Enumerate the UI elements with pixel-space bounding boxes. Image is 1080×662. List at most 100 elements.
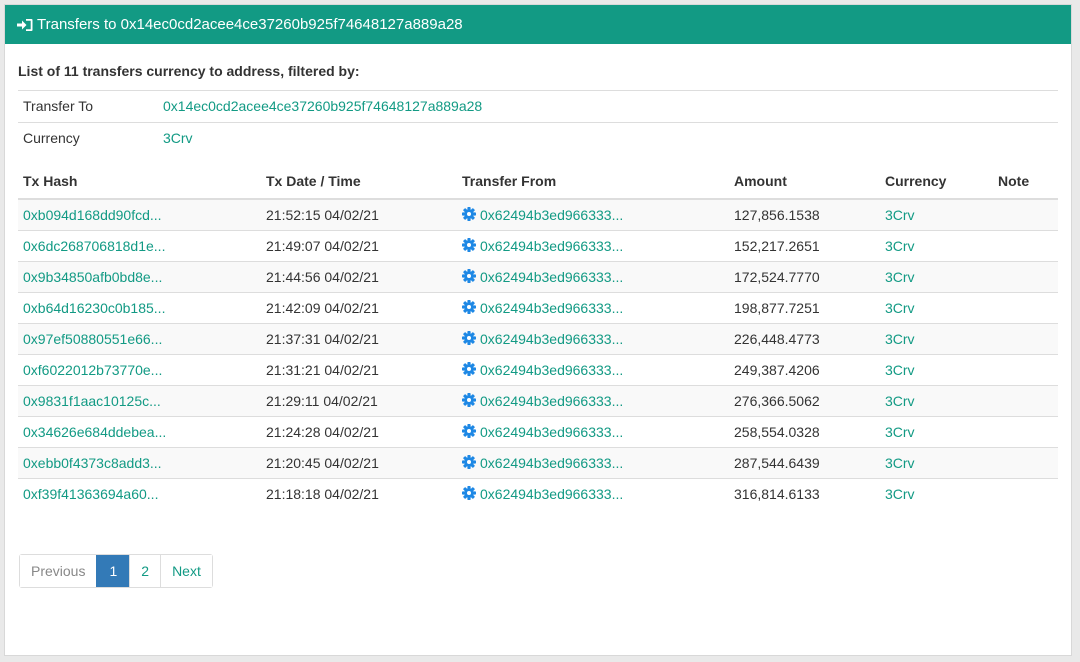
currency-cell: 3Crv [880, 323, 993, 355]
currency-cell: 3Crv [880, 416, 993, 448]
currency-link[interactable]: 3Crv [885, 486, 915, 502]
tx-datetime: 21:49:07 04/02/21 [261, 230, 457, 262]
amount: 127,856.1538 [729, 198, 880, 231]
tx-datetime: 21:24:28 04/02/21 [261, 416, 457, 448]
filter-value-link[interactable]: 3Crv [163, 123, 193, 154]
tx-hash-cell: 0xf39f41363694a60... [18, 478, 261, 509]
summary-text: List of 11 transfers currency to address… [18, 63, 360, 79]
filter-row-transfer-to: Transfer To 0x14ec0cd2acee4ce37260b925f7… [18, 91, 1058, 123]
amount: 258,554.0328 [729, 416, 880, 448]
currency-cell: 3Crv [880, 385, 993, 417]
table-row: 0xf39f41363694a60... 21:18:18 04/02/21 0x6… [18, 478, 1058, 509]
table-row: 0x34626e684ddebea... 21:24:28 04/02/21 0x6… [18, 416, 1058, 448]
page-1-button[interactable]: 1 [96, 555, 130, 587]
amount: 249,387.4206 [729, 354, 880, 386]
previous-page-button[interactable]: Previous [20, 555, 97, 587]
tx-hash-link[interactable]: 0xf6022012b73770e... [23, 362, 162, 378]
tx-hash-link[interactable]: 0x9831f1aac10125c... [23, 393, 161, 409]
filter-value-link[interactable]: 0x14ec0cd2acee4ce37260b925f74648127a889a… [163, 91, 482, 122]
tx-hash-link[interactable]: 0x34626e684ddebea... [23, 424, 166, 440]
tx-hash-link[interactable]: 0xb64d16230c0b185... [23, 300, 165, 316]
transfer-from-cell: 0x62494b3ed966333... [457, 230, 729, 262]
currency-cell: 3Crv [880, 230, 993, 262]
panel-heading: Transfers to 0x14ec0cd2acee4ce37260b925f… [5, 5, 1071, 44]
currency-cell: 3Crv [880, 354, 993, 386]
amount: 287,544.6439 [729, 447, 880, 479]
transfer-from-link[interactable]: 0x62494b3ed966333... [480, 331, 623, 347]
note [993, 230, 1058, 262]
table-row: 0xb64d16230c0b185... 21:42:09 04/02/21 0x6… [18, 292, 1058, 324]
tx-hash-link[interactable]: 0xf39f41363694a60... [23, 486, 158, 502]
column-header: Amount [729, 164, 880, 200]
currency-link[interactable]: 3Crv [885, 269, 915, 285]
currency-link[interactable]: 3Crv [885, 207, 915, 223]
panel-body: List of 11 transfers currency to address… [5, 61, 1071, 588]
currency-link[interactable]: 3Crv [885, 300, 915, 316]
gear-icon [462, 362, 476, 376]
next-page-button[interactable]: Next [160, 555, 212, 587]
tx-hash-cell: 0xebb0f4373c8add3... [18, 447, 261, 479]
transfer-from-link[interactable]: 0x62494b3ed966333... [480, 424, 623, 440]
note [993, 292, 1058, 324]
currency-cell: 3Crv [880, 478, 993, 509]
table-row: 0x9831f1aac10125c... 21:29:11 04/02/21 0x6… [18, 385, 1058, 417]
currency-link[interactable]: 3Crv [885, 455, 915, 471]
page-2-button[interactable]: 2 [129, 555, 161, 587]
transfer-from-cell: 0x62494b3ed966333... [457, 447, 729, 479]
tx-hash-link[interactable]: 0x97ef50880551e66... [23, 331, 162, 347]
transfer-from-link[interactable]: 0x62494b3ed966333... [480, 207, 623, 223]
currency-cell: 3Crv [880, 198, 993, 231]
note [993, 385, 1058, 417]
transfer-from-link[interactable]: 0x62494b3ed966333... [480, 238, 623, 254]
gear-icon [462, 424, 476, 438]
gear-icon [462, 269, 476, 283]
currency-link[interactable]: 3Crv [885, 362, 915, 378]
currency-link[interactable]: 3Crv [885, 331, 915, 347]
transfer-from-link[interactable]: 0x62494b3ed966333... [480, 486, 623, 502]
gear-icon [462, 331, 476, 345]
transfer-from-cell: 0x62494b3ed966333... [457, 354, 729, 386]
note [993, 198, 1058, 231]
gear-icon [462, 238, 476, 252]
tx-hash-cell: 0x9b34850afb0bd8e... [18, 261, 261, 293]
gear-icon [462, 207, 476, 221]
transfer-from-cell: 0x62494b3ed966333... [457, 385, 729, 417]
currency-link[interactable]: 3Crv [885, 393, 915, 409]
column-header: Note [993, 164, 1058, 200]
tx-hash-cell: 0xf6022012b73770e... [18, 354, 261, 386]
filter-label: Transfer To [23, 98, 94, 114]
tx-datetime: 21:52:15 04/02/21 [261, 198, 457, 231]
transfer-from-link[interactable]: 0x62494b3ed966333... [480, 300, 623, 316]
transfer-from-cell: 0x62494b3ed966333... [457, 323, 729, 355]
tx-hash-cell: 0x6dc268706818d1e... [18, 230, 261, 262]
tx-hash-link[interactable]: 0xb094d168dd90fcd... [23, 207, 162, 223]
panel-title: Transfers to 0x14ec0cd2acee4ce37260b925f… [37, 16, 463, 33]
transfer-from-link[interactable]: 0x62494b3ed966333... [480, 455, 623, 471]
tx-hash-cell: 0x9831f1aac10125c... [18, 385, 261, 417]
tx-hash-link[interactable]: 0xebb0f4373c8add3... [23, 455, 162, 471]
column-header: Currency [880, 164, 993, 200]
column-header: Tx Date / Time [261, 164, 457, 200]
note [993, 354, 1058, 386]
table-row: 0xb094d168dd90fcd... 21:52:15 04/02/21 0x6… [18, 198, 1058, 231]
tx-hash-cell: 0xb094d168dd90fcd... [18, 198, 261, 231]
tx-datetime: 21:18:18 04/02/21 [261, 478, 457, 509]
gear-icon [462, 486, 476, 500]
transfer-from-link[interactable]: 0x62494b3ed966333... [480, 269, 623, 285]
transfer-from-cell: 0x62494b3ed966333... [457, 416, 729, 448]
currency-cell: 3Crv [880, 292, 993, 324]
note [993, 416, 1058, 448]
currency-link[interactable]: 3Crv [885, 238, 915, 254]
amount: 276,366.5062 [729, 385, 880, 417]
transfer-from-link[interactable]: 0x62494b3ed966333... [480, 362, 623, 378]
filter-label: Currency [23, 130, 80, 146]
currency-link[interactable]: 3Crv [885, 424, 915, 440]
tx-hash-link[interactable]: 0x9b34850afb0bd8e... [23, 269, 162, 285]
table-row: 0x97ef50880551e66... 21:37:31 04/02/21 0x6… [18, 323, 1058, 355]
transfer-from-link[interactable]: 0x62494b3ed966333... [480, 393, 623, 409]
column-header: Transfer From [457, 164, 729, 200]
gear-icon [462, 455, 476, 469]
gear-icon [462, 300, 476, 314]
tx-hash-link[interactable]: 0x6dc268706818d1e... [23, 238, 165, 254]
amount: 152,217.2651 [729, 230, 880, 262]
